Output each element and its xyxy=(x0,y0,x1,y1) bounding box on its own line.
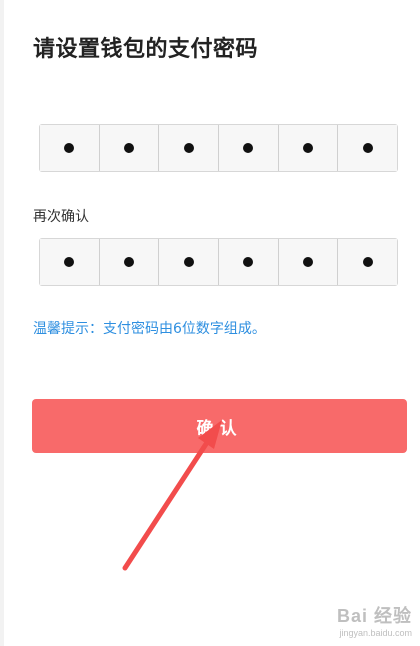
masked-digit-dot xyxy=(183,143,194,153)
confirm-button[interactable]: 确认 xyxy=(32,399,407,453)
confirm-digit-2[interactable] xyxy=(99,239,160,285)
confirm-digit-1[interactable] xyxy=(40,239,100,285)
password-digit-3[interactable] xyxy=(159,125,220,171)
masked-digit-dot xyxy=(124,143,134,153)
confirm-password-input[interactable] xyxy=(39,238,398,286)
confirm-digit-6[interactable] xyxy=(338,239,398,285)
confirm-password-label: 再次确认 xyxy=(33,209,89,225)
masked-digit-dot xyxy=(303,143,314,153)
password-digit-5[interactable] xyxy=(278,125,339,171)
left-edge-divider xyxy=(0,0,4,646)
password-digit-4[interactable] xyxy=(219,125,279,171)
watermark-url: jingyan.baidu.com xyxy=(339,628,412,638)
password-digit-2[interactable] xyxy=(99,125,160,171)
masked-digit-dot xyxy=(243,143,254,153)
watermark-logo: Bai 经验 xyxy=(336,606,412,626)
masked-digit-dot xyxy=(64,257,75,267)
password-hint: 温馨提示：支付密码由6位数字组成。 xyxy=(33,321,266,337)
password-digit-6[interactable] xyxy=(338,125,398,171)
password-input[interactable] xyxy=(39,124,398,172)
masked-digit-dot xyxy=(64,143,75,153)
masked-digit-dot xyxy=(183,257,194,267)
confirm-digit-4[interactable] xyxy=(219,239,279,285)
masked-digit-dot xyxy=(124,257,134,267)
masked-digit-dot xyxy=(243,257,254,267)
confirm-digit-3[interactable] xyxy=(159,239,220,285)
masked-digit-dot xyxy=(362,143,373,153)
payment-password-page: 请设置钱包的支付密码 再次确认 温馨提示：支付密码由6位数字组成。 确认 Bai… xyxy=(0,0,420,646)
page-title: 请设置钱包的支付密码 xyxy=(33,37,259,62)
password-digit-1[interactable] xyxy=(40,125,100,171)
baidu-jingyan-watermark: Bai 经验 jingyan.baidu.com xyxy=(337,602,412,638)
masked-digit-dot xyxy=(362,257,373,267)
masked-digit-dot xyxy=(303,257,314,267)
confirm-digit-5[interactable] xyxy=(278,239,339,285)
